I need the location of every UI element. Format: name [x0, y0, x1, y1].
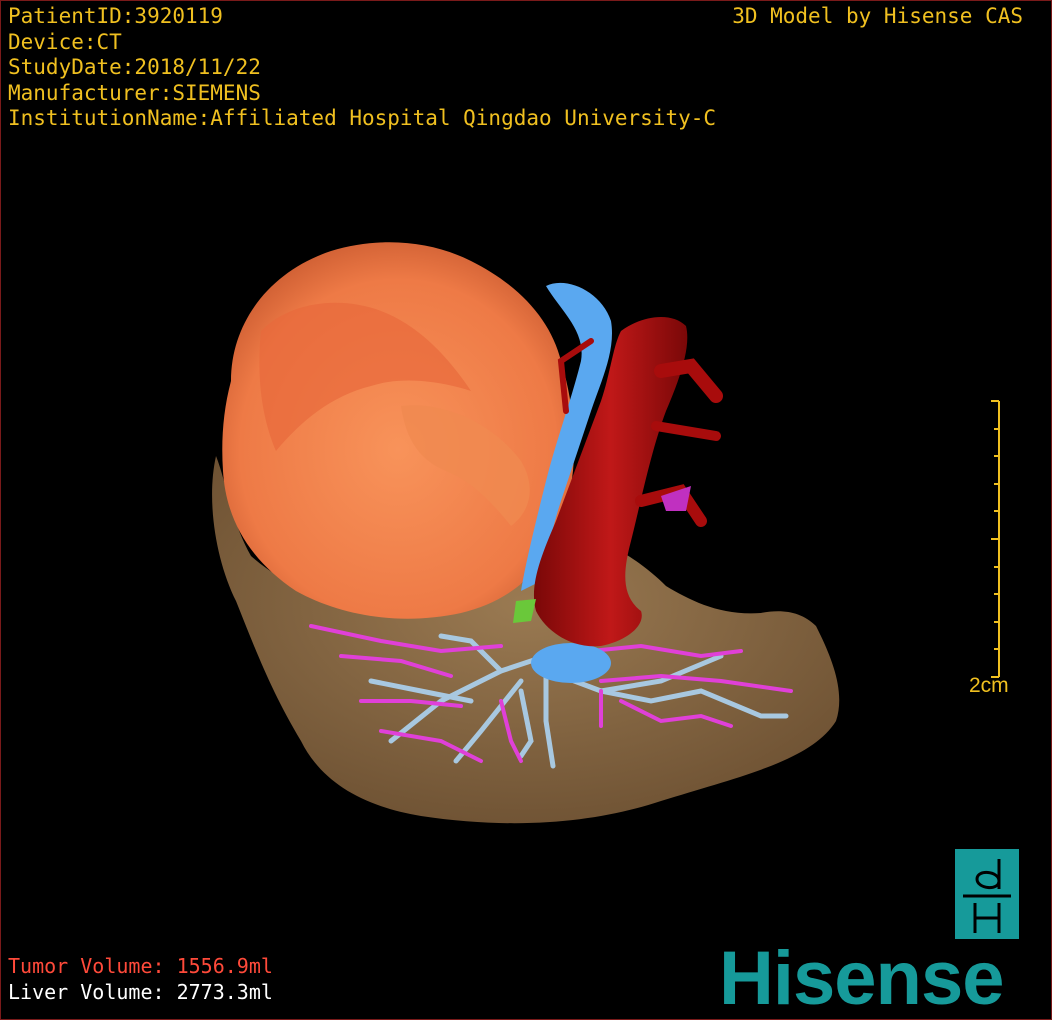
tumor-volume: Tumor Volume: 1556.9ml [8, 954, 273, 978]
patient-id: PatientID:3920119 [8, 4, 223, 28]
study-date: StudyDate:2018/11/22 [8, 55, 261, 79]
institution-name: InstitutionName:Affiliated Hospital Qing… [8, 106, 717, 130]
dH-logo-icon [955, 849, 1019, 939]
dicom-info: PatientID:3920119 Device:CT StudyDate:20… [8, 4, 716, 132]
organ-3d-model[interactable] [1, 1, 1052, 1020]
volume-readouts: Tumor Volume: 1556.9ml Liver Volume: 277… [8, 953, 273, 1005]
inferior-vena-cava-end [531, 643, 611, 683]
arterial-branch [651, 421, 721, 441]
device: Device:CT [8, 29, 122, 54]
scale-label: 2cm [969, 674, 1009, 697]
liver-volume: Liver Volume: 2773.3ml [8, 980, 273, 1004]
brand-logo: Hisense [719, 936, 1004, 1020]
model-credit: 3D Model by Hisense CAS [732, 4, 1023, 28]
manufacturer: Manufacturer:SIEMENS [8, 80, 261, 105]
viewport-3d[interactable]: PatientID:3920119 Device:CT StudyDate:20… [0, 0, 1052, 1020]
scale-bar [991, 400, 1000, 678]
